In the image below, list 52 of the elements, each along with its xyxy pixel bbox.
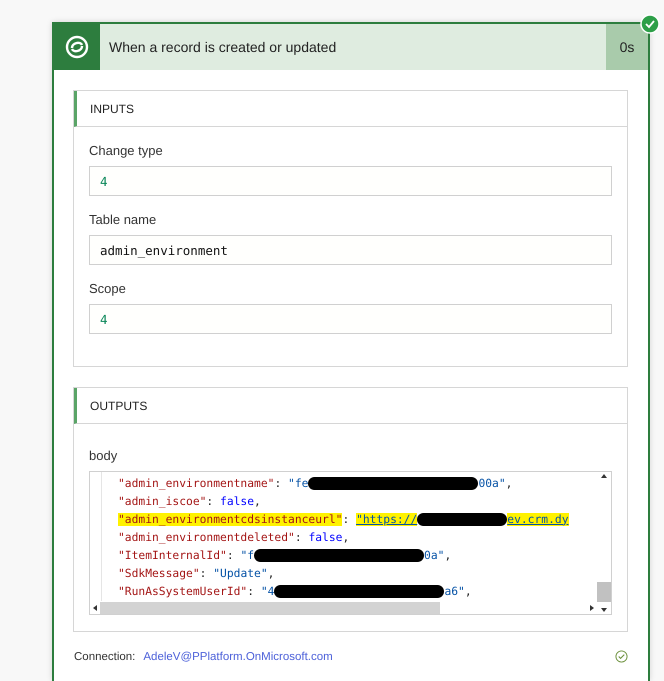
duration-label: 0s — [606, 24, 648, 70]
code-text: "Update" — [213, 566, 268, 580]
code-text: 0a" — [424, 548, 444, 562]
section-heading: OUTPUTS — [90, 398, 148, 412]
code-text: : — [226, 548, 235, 562]
vertical-scrollbar[interactable] — [597, 472, 611, 614]
scroll-down-icon[interactable] — [600, 606, 608, 614]
code-text: : — [294, 530, 303, 544]
field-label: Scope — [89, 281, 127, 296]
code-text: "f — [240, 548, 254, 562]
url-link[interactable]: ev.crm.dy — [507, 512, 568, 526]
field-label: body — [89, 448, 118, 463]
input-field[interactable]: 4 — [89, 166, 612, 196]
code-text: , — [506, 476, 512, 490]
horizontal-scrollbar[interactable] — [90, 601, 597, 614]
code-text: : — [247, 584, 256, 598]
trigger-title: When a record is created or updated — [108, 38, 338, 57]
code-text: a6" — [444, 584, 465, 598]
code-text: "SdkMessage" — [118, 566, 200, 580]
scroll-thumb[interactable] — [597, 582, 611, 602]
code-text: , — [254, 494, 261, 508]
code-text: "admin_environmentcdsinstanceurl" — [118, 512, 342, 526]
field-label: Table name — [89, 212, 158, 227]
code-text: "4 — [260, 584, 274, 598]
url-link[interactable]: "https:// — [356, 512, 418, 526]
code-text: : — [274, 476, 282, 490]
code-text: , — [464, 584, 472, 598]
code-text: 00a" — [478, 476, 506, 490]
code-text: "admin_iscoe" — [118, 494, 206, 508]
code-text: "admin_environmentdeleted" — [118, 530, 295, 544]
input-field[interactable]: 4 — [89, 304, 612, 334]
code-text: false — [308, 530, 342, 544]
code-text: "RunAsSystemUserId" — [118, 584, 248, 598]
code-text: : — [200, 566, 208, 580]
code-text: "admin_environmentname" — [118, 476, 274, 490]
code-text: false — [220, 494, 254, 508]
code-text: , — [268, 566, 274, 580]
connection-label: Connection: — [74, 650, 136, 662]
field-label: Change type — [89, 143, 164, 158]
section-heading: INPUTS — [90, 102, 134, 116]
scroll-up-icon[interactable] — [600, 472, 608, 480]
code-text: "fe — [288, 476, 308, 490]
code-text: "ItemInternalId" — [118, 548, 227, 562]
code-text: : — [342, 512, 350, 526]
code-text: , — [342, 530, 350, 544]
connection-link[interactable]: AdeleV@PPlatform.OnMicrosoft.com — [143, 650, 607, 662]
code-text: , — [444, 548, 452, 562]
card-header[interactable]: When a record is created or updated 0s — [54, 24, 648, 70]
scroll-thumb[interactable] — [100, 602, 440, 614]
code-text: : — [206, 494, 214, 508]
code-viewer[interactable] — [89, 471, 612, 615]
input-field[interactable]: admin_environment — [89, 235, 612, 265]
